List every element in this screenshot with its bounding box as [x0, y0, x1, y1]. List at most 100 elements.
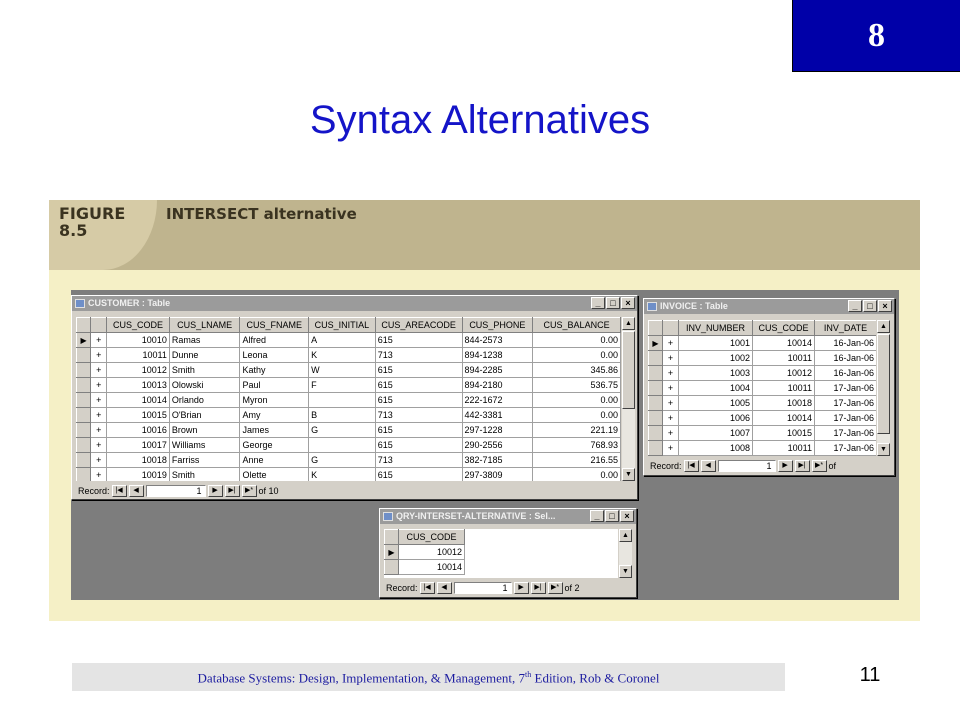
invoice-vertical-scrollbar[interactable]: ▲ ▼ [877, 320, 890, 456]
table-cell[interactable]: Myron [239, 392, 310, 408]
table-cell[interactable]: Olowski [168, 377, 241, 393]
next-record-icon[interactable]: ▶ [513, 581, 529, 594]
table-cell[interactable] [308, 437, 376, 453]
table-row[interactable]: +10019 Smith Olette K 615 297-3809 0.00 [76, 467, 621, 481]
new-record-icon[interactable]: ▶* [811, 459, 827, 472]
next-record-icon[interactable]: ▶ [207, 484, 223, 497]
customer-window-titlebar[interactable]: CUSTOMER : Table _ □ × [72, 296, 637, 311]
plus-expand-icon[interactable]: + [90, 392, 108, 408]
record-selector[interactable] [648, 395, 663, 411]
table-cell[interactable]: B [308, 407, 376, 423]
table-row[interactable]: +10013 Olowski Paul F 615 894-2180 536.75 [76, 377, 621, 393]
table-cell[interactable]: G [308, 452, 376, 468]
record-selector[interactable] [648, 410, 663, 426]
table-cell[interactable]: 17-Jan-06 [814, 440, 876, 456]
table-row[interactable]: +10018 Farriss Anne G 713 382-7185 216.55 [76, 452, 621, 468]
table-cell[interactable]: K [308, 347, 376, 363]
table-cell[interactable]: 17-Jan-06 [814, 380, 876, 396]
table-cell[interactable]: 297-3809 [461, 467, 534, 481]
table-cell[interactable]: 713 [374, 452, 463, 468]
plus-expand-icon[interactable]: + [662, 335, 679, 351]
table-cell[interactable]: 10018 [752, 395, 815, 411]
table-row[interactable]: ▶ +1001 10014 16-Jan-06 [648, 335, 876, 351]
column-header[interactable]: CUS_CODE [398, 529, 465, 545]
column-header[interactable]: CUS_CODE [752, 320, 815, 336]
table-cell[interactable]: 0.00 [532, 332, 621, 348]
customer-table-window[interactable]: CUSTOMER : Table _ □ × CUS_CODE CUS_LNAME… [71, 295, 638, 500]
table-cell[interactable]: 216.55 [532, 452, 621, 468]
table-cell[interactable]: 10016 [106, 422, 170, 438]
table-cell[interactable]: 10011 [752, 440, 815, 456]
previous-record-icon[interactable]: ◀ [128, 484, 144, 497]
table-cell[interactable]: 615 [374, 332, 463, 348]
table-cell[interactable]: 345.86 [532, 362, 621, 378]
table-cell[interactable]: 615 [374, 392, 463, 408]
table-cell[interactable]: 615 [374, 377, 463, 393]
plus-expand-icon[interactable]: + [90, 347, 108, 363]
table-cell[interactable]: K [308, 467, 376, 481]
plus-expand-icon[interactable]: + [90, 452, 108, 468]
column-header[interactable]: CUS_FNAME [239, 317, 310, 333]
table-cell[interactable]: 290-2556 [461, 437, 534, 453]
table-cell[interactable]: 17-Jan-06 [814, 425, 876, 441]
table-cell[interactable]: 615 [374, 422, 463, 438]
table-cell[interactable]: 10011 [752, 350, 815, 366]
close-icon[interactable]: × [878, 300, 892, 312]
table-cell[interactable]: G [308, 422, 376, 438]
table-cell[interactable]: 536.75 [532, 377, 621, 393]
table-row[interactable]: +10015 O'Brian Amy B 713 442-3381 0.00 [76, 407, 621, 423]
column-header[interactable]: CUS_BALANCE [532, 317, 621, 333]
table-row[interactable]: 10014 [384, 559, 465, 575]
table-cell[interactable]: 221.19 [532, 422, 621, 438]
table-cell[interactable]: Kathy [239, 362, 310, 378]
table-cell[interactable]: 844-2573 [461, 332, 534, 348]
scroll-up-arrow-icon[interactable]: ▲ [619, 529, 632, 542]
table-cell[interactable]: 1002 [678, 350, 753, 366]
table-cell[interactable]: 0.00 [532, 407, 621, 423]
table-cell[interactable]: Amy [239, 407, 310, 423]
table-cell[interactable]: George [239, 437, 310, 453]
table-cell[interactable]: 1006 [678, 410, 753, 426]
table-cell[interactable]: 0.00 [532, 347, 621, 363]
invoice-datasheet[interactable]: INV_NUMBER CUS_CODE INV_DATE ▶ +1001 10014 16… [648, 320, 876, 456]
table-cell[interactable]: 894-2180 [461, 377, 534, 393]
record-selector-triangle-icon[interactable]: ▶ [384, 544, 399, 560]
first-record-icon[interactable]: |◀ [111, 484, 127, 497]
table-cell[interactable]: 1005 [678, 395, 753, 411]
scroll-up-arrow-icon[interactable]: ▲ [877, 320, 890, 333]
next-record-icon[interactable]: ▶ [777, 459, 793, 472]
invoice-table-window[interactable]: INVOICE : Table _ □ × INV_NUMBER CUS_CODE… [643, 298, 895, 476]
table-cell[interactable]: 1007 [678, 425, 753, 441]
maximize-icon[interactable]: □ [605, 510, 619, 522]
record-selector[interactable] [648, 350, 663, 366]
table-cell[interactable]: 17-Jan-06 [814, 410, 876, 426]
table-cell[interactable]: 1004 [678, 380, 753, 396]
minimize-icon[interactable]: _ [848, 300, 862, 312]
table-cell[interactable]: 442-3381 [461, 407, 534, 423]
table-cell[interactable]: Williams [168, 437, 241, 453]
table-row[interactable]: +1005 10018 17-Jan-06 [648, 395, 876, 411]
table-row[interactable]: +1008 10011 17-Jan-06 [648, 440, 876, 456]
table-cell[interactable]: 10018 [106, 452, 170, 468]
plus-expand-icon[interactable]: + [90, 422, 108, 438]
record-selector[interactable] [76, 347, 92, 363]
plus-expand-icon[interactable]: + [662, 380, 679, 396]
table-cell[interactable]: 10015 [106, 407, 170, 423]
table-cell[interactable]: 16-Jan-06 [814, 350, 876, 366]
table-row[interactable]: +1002 10011 16-Jan-06 [648, 350, 876, 366]
scroll-down-arrow-icon[interactable]: ▼ [622, 468, 635, 481]
table-cell[interactable]: 10019 [106, 467, 170, 481]
record-selector[interactable] [76, 467, 92, 481]
table-cell[interactable]: 10010 [106, 332, 170, 348]
table-cell[interactable]: 615 [374, 437, 463, 453]
column-header[interactable]: INV_NUMBER [678, 320, 753, 336]
table-cell[interactable]: 10014 [398, 559, 465, 575]
table-cell[interactable]: 0.00 [532, 467, 621, 481]
record-number-input[interactable]: 1 [453, 581, 512, 594]
column-header[interactable]: CUS_INITIAL [308, 317, 376, 333]
record-selector[interactable] [76, 452, 92, 468]
maximize-icon[interactable]: □ [863, 300, 877, 312]
table-row[interactable]: ▶ 10012 [384, 544, 465, 560]
table-cell[interactable]: Brown [168, 422, 241, 438]
column-header[interactable]: CUS_AREACODE [374, 317, 463, 333]
